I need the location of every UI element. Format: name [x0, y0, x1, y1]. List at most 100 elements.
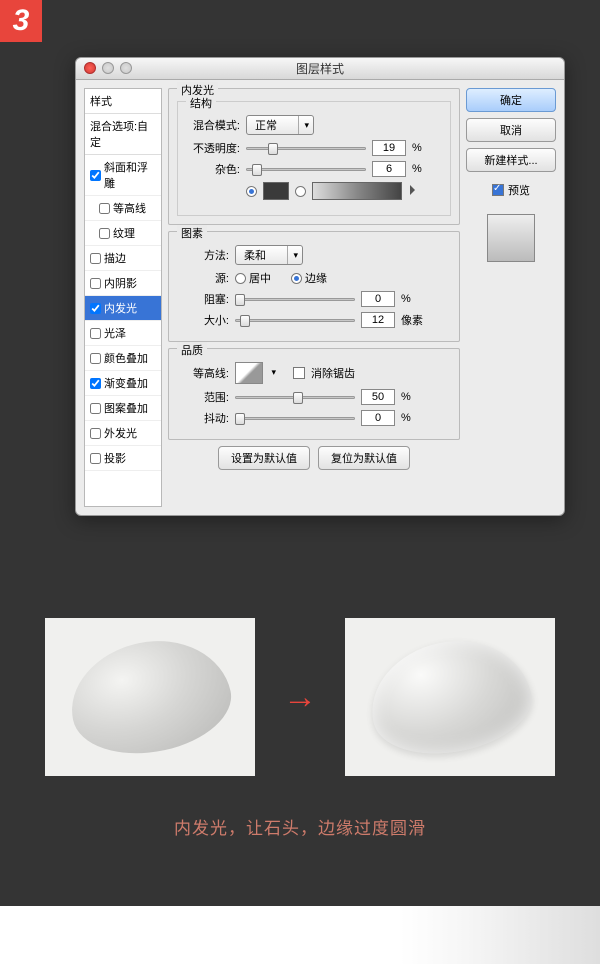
quality-title: 品质 — [177, 342, 207, 358]
checkbox-pattern-overlay[interactable] — [90, 403, 101, 414]
bottom-gradient — [400, 906, 600, 964]
style-label: 内阴影 — [104, 275, 137, 291]
maximize-icon[interactable] — [120, 62, 132, 74]
style-item-stroke[interactable]: 描边 — [85, 246, 161, 271]
style-item-outer-glow[interactable]: 外发光 — [85, 421, 161, 446]
color-gradient-radio[interactable] — [295, 186, 306, 197]
style-label: 投影 — [104, 450, 126, 466]
checkbox-outer-glow[interactable] — [90, 428, 101, 439]
style-label: 纹理 — [113, 225, 135, 241]
opacity-input[interactable]: 19 — [372, 140, 406, 156]
style-item-pattern-overlay[interactable]: 图案叠加 — [85, 396, 161, 421]
choke-unit: % — [401, 293, 411, 305]
range-slider[interactable] — [235, 390, 355, 404]
checkbox-bevel[interactable] — [90, 170, 101, 181]
style-label: 渐变叠加 — [104, 375, 148, 391]
range-input[interactable]: 50 — [361, 389, 395, 405]
checkbox-texture[interactable] — [99, 228, 110, 239]
source-label: 源: — [177, 270, 229, 286]
checkbox-gradient-overlay[interactable] — [90, 378, 101, 389]
technique-label: 方法: — [177, 247, 229, 263]
dialog-titlebar[interactable]: 图层样式 — [76, 58, 564, 80]
color-solid-radio[interactable] — [246, 186, 257, 197]
quality-group: 品质 等高线: 消除锯齿 范围: 50 % 抖动: 0 — [168, 348, 460, 440]
structure-group: 结构 混合模式: 正常 不透明度: 19 % 杂色: 6 — [177, 101, 451, 216]
style-item-texture[interactable]: 纹理 — [85, 221, 161, 246]
style-item-gradient-overlay[interactable]: 渐变叠加 — [85, 371, 161, 396]
dialog-buttons-panel: 确定 取消 新建样式... 预览 — [466, 88, 556, 507]
style-item-contour[interactable]: 等高线 — [85, 196, 161, 221]
elements-title: 图素 — [177, 225, 207, 241]
opacity-label: 不透明度: — [188, 140, 240, 156]
size-unit: 像素 — [401, 312, 423, 328]
cancel-button[interactable]: 取消 — [466, 118, 556, 142]
technique-value: 柔和 — [244, 247, 266, 263]
opacity-slider[interactable] — [246, 141, 366, 155]
size-slider[interactable] — [235, 313, 355, 327]
demo-comparison: → — [45, 618, 555, 776]
minimize-icon[interactable] — [102, 62, 114, 74]
size-label: 大小: — [177, 312, 229, 328]
checkbox-contour[interactable] — [99, 203, 110, 214]
choke-label: 阻塞: — [177, 291, 229, 307]
style-label: 内发光 — [104, 300, 137, 316]
blend-options-header[interactable]: 混合选项:自定 — [85, 114, 161, 155]
checkbox-satin[interactable] — [90, 328, 101, 339]
antialias-checkbox[interactable] — [293, 367, 305, 379]
checkbox-stroke[interactable] — [90, 253, 101, 264]
jitter-slider[interactable] — [235, 411, 355, 425]
source-center-label: 居中 — [249, 270, 271, 286]
range-unit: % — [401, 391, 411, 403]
styles-header[interactable]: 样式 — [85, 89, 161, 114]
checkbox-color-overlay[interactable] — [90, 353, 101, 364]
style-item-bevel[interactable]: 斜面和浮雕 — [85, 155, 161, 196]
choke-input[interactable]: 0 — [361, 291, 395, 307]
structure-title: 结构 — [186, 95, 216, 111]
before-image — [45, 618, 255, 776]
style-item-inner-shadow[interactable]: 内阴影 — [85, 271, 161, 296]
style-label: 斜面和浮雕 — [104, 159, 156, 191]
caption-text: 内发光，让石头，边缘过度圆滑 — [0, 814, 600, 839]
checkbox-inner-shadow[interactable] — [90, 278, 101, 289]
color-swatch[interactable] — [263, 182, 289, 200]
contour-label: 等高线: — [177, 365, 229, 381]
range-label: 范围: — [177, 389, 229, 405]
noise-unit: % — [412, 163, 422, 175]
source-edge-radio[interactable] — [291, 273, 302, 284]
noise-input[interactable]: 6 — [372, 161, 406, 177]
gradient-picker[interactable] — [312, 182, 402, 200]
reset-default-button[interactable]: 复位为默认值 — [318, 446, 410, 470]
style-label: 图案叠加 — [104, 400, 148, 416]
style-item-satin[interactable]: 光泽 — [85, 321, 161, 346]
jitter-input[interactable]: 0 — [361, 410, 395, 426]
style-item-inner-glow[interactable]: 内发光 — [85, 296, 161, 321]
antialias-label: 消除锯齿 — [311, 365, 355, 381]
preview-checkbox[interactable] — [492, 184, 504, 196]
style-label: 光泽 — [104, 325, 126, 341]
jitter-label: 抖动: — [177, 410, 229, 426]
step-number-badge: 3 — [0, 0, 42, 42]
style-label: 等高线 — [113, 200, 146, 216]
set-default-button[interactable]: 设置为默认值 — [218, 446, 310, 470]
source-center-radio[interactable] — [235, 273, 246, 284]
inner-glow-group: 内发光 结构 混合模式: 正常 不透明度: 19 % 杂色: — [168, 88, 460, 225]
elements-group: 图素 方法: 柔和 源: 居中 边缘 阻塞: 0 % 大小: — [168, 231, 460, 342]
new-style-button[interactable]: 新建样式... — [466, 148, 556, 172]
size-input[interactable]: 12 — [361, 312, 395, 328]
styles-list: 样式 混合选项:自定 斜面和浮雕 等高线 纹理 描边 内阴影 内发光 光泽 颜色… — [84, 88, 162, 507]
noise-slider[interactable] — [246, 162, 366, 176]
style-item-color-overlay[interactable]: 颜色叠加 — [85, 346, 161, 371]
contour-picker[interactable] — [235, 362, 263, 384]
blend-mode-select[interactable]: 正常 — [246, 115, 314, 135]
technique-select[interactable]: 柔和 — [235, 245, 303, 265]
settings-panel: 内发光 结构 混合模式: 正常 不透明度: 19 % 杂色: — [168, 88, 460, 507]
style-item-drop-shadow[interactable]: 投影 — [85, 446, 161, 471]
ok-button[interactable]: 确定 — [466, 88, 556, 112]
source-edge-label: 边缘 — [305, 270, 327, 286]
style-label: 颜色叠加 — [104, 350, 148, 366]
opacity-unit: % — [412, 142, 422, 154]
close-icon[interactable] — [84, 62, 96, 74]
checkbox-drop-shadow[interactable] — [90, 453, 101, 464]
choke-slider[interactable] — [235, 292, 355, 306]
checkbox-inner-glow[interactable] — [90, 303, 101, 314]
